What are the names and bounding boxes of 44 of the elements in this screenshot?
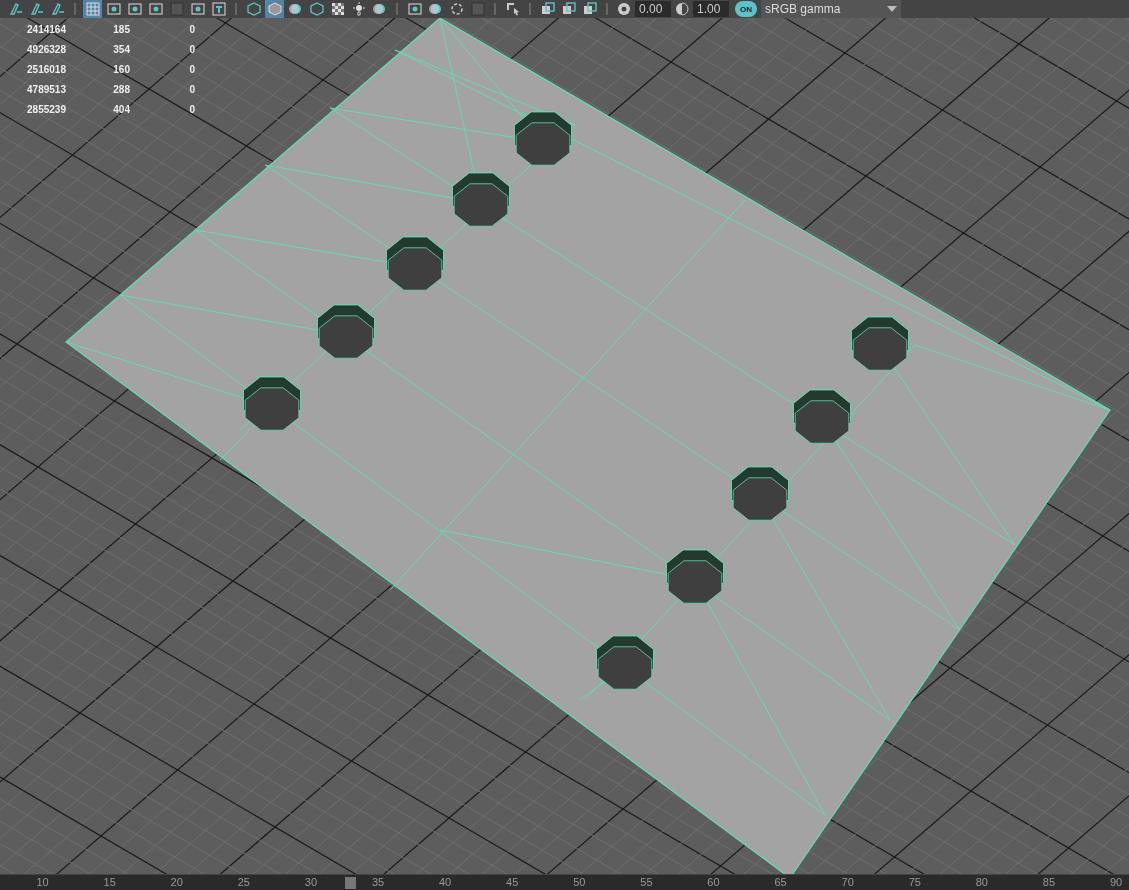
stat-value: 404 <box>112 103 130 115</box>
caret-icon <box>887 6 897 12</box>
gamma-field[interactable]: 1.00 <box>693 1 729 17</box>
stat-value: 0 <box>188 43 195 55</box>
stat-value: 4926328 <box>26 43 66 55</box>
stat-value: 0 <box>188 63 195 75</box>
frame-number: 50 <box>573 876 586 888</box>
time-slider[interactable]: 10 15 20 25 30 35 40 45 50 55 60 65 70 75 80 85 90 <box>0 874 1129 890</box>
gamma-icon[interactable] <box>675 2 689 16</box>
stat-value: 0 <box>188 83 195 95</box>
playhead-marker[interactable] <box>345 877 356 889</box>
text-icon[interactable] <box>209 0 228 18</box>
frame-number: 45 <box>506 876 519 888</box>
frame-number: 60 <box>707 876 720 888</box>
stat-value: 4789513 <box>26 83 66 95</box>
frame-number: 35 <box>371 876 385 888</box>
frame-number: 10 <box>36 876 49 888</box>
stat-value: 288 <box>112 83 130 95</box>
frame-number: 65 <box>774 876 787 888</box>
stat-value: 2414164 <box>26 23 66 35</box>
stat-value: 2516018 <box>26 63 66 75</box>
exposure-field[interactable]: 0.00 <box>635 1 671 17</box>
frame-number: 90 <box>1109 876 1123 888</box>
frame-number: 70 <box>841 876 854 888</box>
frame-number: 15 <box>103 876 116 888</box>
hex-cube-icon[interactable] <box>307 0 326 18</box>
stat-value: 354 <box>112 43 130 55</box>
frame-number: 75 <box>908 876 921 888</box>
stat-value: 2855239 <box>26 103 66 115</box>
frame-number: 85 <box>1042 876 1056 888</box>
frame-number: 25 <box>237 876 250 888</box>
wireframe-cube-icon[interactable] <box>244 0 263 18</box>
color-space-dropdown[interactable]: sRGB gamma <box>761 0 901 18</box>
stat-value: 0 <box>188 23 195 35</box>
frame-number: 80 <box>975 876 988 888</box>
frame-number: 55 <box>640 876 653 888</box>
frame-number: 20 <box>170 876 183 888</box>
frame-number: 40 <box>439 876 452 888</box>
view-transform-toggle[interactable]: ON <box>735 1 757 17</box>
stat-value: 185 <box>112 23 130 35</box>
frame-number: 30 <box>304 876 318 888</box>
stat-value: 0 <box>188 103 195 115</box>
aperture-icon[interactable] <box>617 2 631 16</box>
stat-value: 160 <box>112 63 130 75</box>
